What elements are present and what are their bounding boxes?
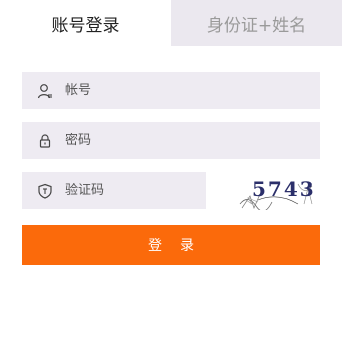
login-tabs: 账号登录 身份证+姓名 xyxy=(0,0,342,46)
password-input[interactable] xyxy=(65,133,265,148)
login-panel: 账号登录 身份证+姓名 帐号 验证码 5743 登录 xyxy=(0,0,342,339)
captcha-field[interactable] xyxy=(22,172,235,209)
captcha-input[interactable] xyxy=(65,183,235,198)
tab-account-login[interactable]: 账号登录 xyxy=(0,0,171,46)
account-input[interactable] xyxy=(65,83,265,98)
tab-id-name-login[interactable]: 身份证+姓名 xyxy=(171,0,342,46)
captcha-text: 5743 xyxy=(252,177,316,201)
lock-icon xyxy=(37,133,53,149)
shield-icon xyxy=(37,183,53,199)
password-field[interactable] xyxy=(22,122,320,159)
user-icon xyxy=(37,83,53,99)
account-field[interactable] xyxy=(22,72,320,109)
captcha-image[interactable]: 5743 xyxy=(238,174,318,210)
login-button[interactable]: 登录 xyxy=(22,225,320,265)
